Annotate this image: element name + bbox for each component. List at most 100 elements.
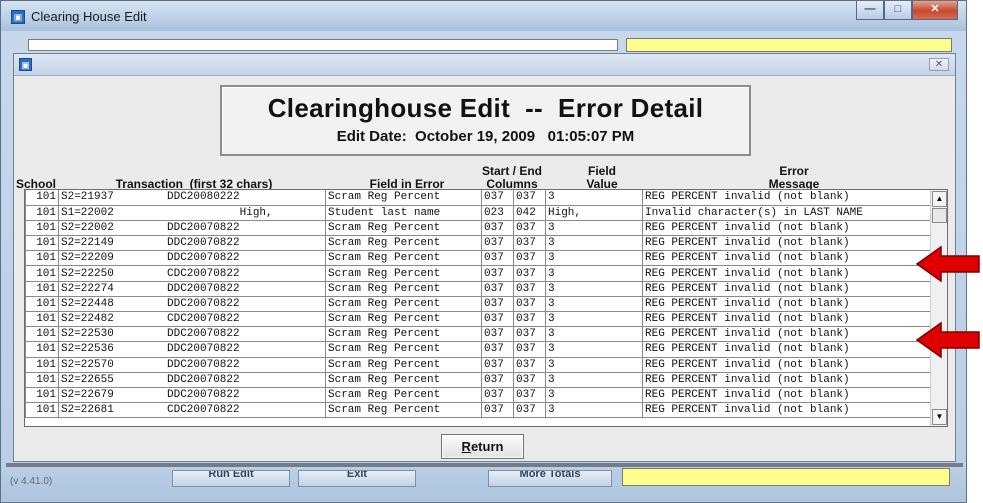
exit-button[interactable]: Exit (298, 470, 416, 487)
cell-field-in-error: Scram Reg Percent (325, 296, 482, 313)
scroll-down-icon[interactable]: ▼ (932, 409, 947, 425)
table-row[interactable]: 101 S2=22448 DDC20070822 Scram Reg Percent 0… (25, 296, 932, 313)
transaction-id: S2=22530 (61, 328, 114, 341)
report-header: Clearinghouse Edit -- Error Detail Edit … (220, 85, 751, 156)
cell-error-message: REG PERCENT invalid (not blank) (642, 402, 932, 419)
cell-end-column: 037 (513, 250, 546, 267)
cell-school: 101 (25, 235, 59, 252)
cell-school: 101 (25, 205, 59, 221)
cell-start-column: 037 (481, 190, 514, 206)
cell-field-value: 3 (545, 372, 643, 388)
transaction-text: CDC20070822 (167, 313, 240, 326)
cell-transaction: S2=22448 DDC20070822 (58, 296, 326, 313)
version-label: (v 4.41.0) (10, 476, 53, 487)
cell-error-message: REG PERCENT invalid (not blank) (642, 265, 932, 282)
table-row[interactable]: 101 S2=22536 DDC20070822 Scram Reg Percent 0… (25, 341, 932, 358)
cell-error-message: REG PERCENT invalid (not blank) (642, 341, 932, 358)
transaction-text: DDC20070822 (167, 297, 240, 310)
table-row[interactable]: 101 S2=22250 CDC20070822 Scram Reg Percent 0… (25, 265, 932, 282)
transaction-text: CDC20070822 (167, 404, 240, 417)
cell-end-column: 037 (513, 357, 546, 373)
cell-start-column: 037 (481, 372, 514, 388)
cell-error-message: REG PERCENT invalid (not blank) (642, 281, 932, 297)
transaction-id: S2=22274 (61, 282, 114, 295)
transaction-text: DDC20070822 (167, 221, 240, 234)
vertical-scrollbar[interactable]: ▲ ▼ (930, 190, 947, 426)
cell-error-message: REG PERCENT invalid (not blank) (642, 372, 932, 388)
minimize-icon[interactable]: — (856, 1, 884, 20)
cell-end-column: 037 (513, 387, 546, 404)
window-title-bar[interactable]: ▣ Clearing House Edit — □ ✕ (1, 1, 966, 31)
run-edit-button[interactable]: Run Edit (172, 470, 290, 487)
return-button[interactable]: Return (441, 434, 524, 459)
scroll-thumb[interactable] (932, 208, 947, 223)
column-header-error-message: Error Message (674, 165, 914, 191)
cell-field-value: 3 (545, 265, 643, 282)
cell-transaction: S2=22149 DDC20070822 (58, 235, 326, 252)
scroll-up-icon[interactable]: ▲ (932, 191, 947, 207)
highlight-field (626, 38, 952, 52)
bottom-highlight-field (622, 468, 950, 486)
cell-school: 101 (25, 402, 59, 419)
cell-field-in-error: Scram Reg Percent (325, 220, 482, 237)
table-row[interactable]: 101 S1=22002 High, Student last name 023 042… (25, 205, 932, 221)
cell-start-column: 037 (481, 250, 514, 267)
cell-transaction: S2=22209 DDC20070822 (58, 250, 326, 267)
cell-end-column: 037 (513, 235, 546, 252)
cell-field-value: 3 (545, 220, 643, 237)
dialog-app-icon: ▣ (19, 58, 32, 71)
table-row[interactable]: 101 S2=22655 DDC20070822 Scram Reg Percent 0… (25, 372, 932, 388)
cell-start-column: 037 (481, 311, 514, 328)
window-title: Clearing House Edit (31, 9, 147, 24)
cell-field-in-error: Scram Reg Percent (325, 265, 482, 282)
table-row[interactable]: 101 S2=22274 DDC20070822 Scram Reg Percent 0… (25, 281, 932, 297)
error-list[interactable]: 101 S2=21937 DDC20080222 Scram Reg Percent 0… (24, 189, 948, 427)
cell-field-value: 3 (545, 235, 643, 252)
page-title: Clearinghouse Edit -- Error Detail (267, 93, 704, 123)
table-row[interactable]: 101 S2=22482 CDC20070822 Scram Reg Percent 0… (25, 311, 932, 328)
cell-transaction: S2=22274 DDC20070822 (58, 281, 326, 297)
cell-error-message: REG PERCENT invalid (not blank) (642, 357, 932, 373)
cell-school: 101 (25, 326, 59, 343)
cell-start-column: 037 (481, 265, 514, 282)
table-row[interactable]: 101 S2=22209 DDC20070822 Scram Reg Percent 0… (25, 250, 932, 267)
transaction-id: S2=22448 (61, 297, 114, 310)
table-row[interactable]: 101 S2=22530 DDC20070822 Scram Reg Percent 0… (25, 326, 932, 343)
table-row[interactable]: 101 S2=22149 DDC20070822 Scram Reg Percent 0… (25, 235, 932, 252)
transaction-text: DDC20070822 (167, 252, 240, 265)
cell-error-message: REG PERCENT invalid (not blank) (642, 250, 932, 267)
cell-end-column: 037 (513, 265, 546, 282)
table-row[interactable]: 101 S2=22002 DDC20070822 Scram Reg Percent 0… (25, 220, 932, 237)
transaction-text: DDC20070822 (167, 343, 240, 356)
cell-school: 101 (25, 250, 59, 267)
error-table: 101 S2=21937 DDC20080222 Scram Reg Percent 0… (25, 190, 932, 419)
close-icon[interactable]: ✕ (912, 1, 958, 20)
cell-end-column: 037 (513, 296, 546, 313)
transaction-text: DDC20070822 (167, 358, 240, 371)
table-row[interactable]: 101 S2=21937 DDC20080222 Scram Reg Percent 0… (25, 190, 932, 206)
cell-end-column: 037 (513, 341, 546, 358)
cell-end-column: 042 (513, 205, 546, 221)
cell-school: 101 (25, 372, 59, 388)
cell-start-column: 037 (481, 341, 514, 358)
close-icon[interactable]: ✕ (929, 58, 949, 71)
table-row[interactable]: 101 S2=22679 DDC20070822 Scram Reg Percent 0… (25, 387, 932, 404)
cell-field-value: 3 (545, 402, 643, 419)
dialog-title-bar[interactable]: ▣ ✕ (14, 54, 955, 76)
edit-date: Edit Date: October 19, 2009 01:05:07 PM (336, 128, 635, 145)
cell-field-in-error: Scram Reg Percent (325, 402, 482, 419)
cell-field-in-error: Scram Reg Percent (325, 311, 482, 328)
run-edit-label: Run Edit (208, 470, 254, 480)
more-totals-button[interactable]: More Totals (488, 470, 612, 487)
transaction-id: S2=22679 (61, 389, 114, 402)
maximize-icon[interactable]: □ (884, 1, 912, 20)
transaction-id: S2=22655 (61, 373, 114, 386)
return-accelerator: R (461, 439, 471, 454)
cell-field-value: 3 (545, 190, 643, 206)
cell-transaction: S2=22002 DDC20070822 (58, 220, 326, 237)
cell-field-value: 3 (545, 357, 643, 373)
window-controls: — □ ✕ (856, 1, 958, 20)
table-row[interactable]: 101 S2=22681 CDC20070822 Scram Reg Percent 0… (25, 402, 932, 419)
column-header-field-value: Field Value (562, 165, 642, 191)
table-row[interactable]: 101 S2=22570 DDC20070822 Scram Reg Percent 0… (25, 357, 932, 373)
